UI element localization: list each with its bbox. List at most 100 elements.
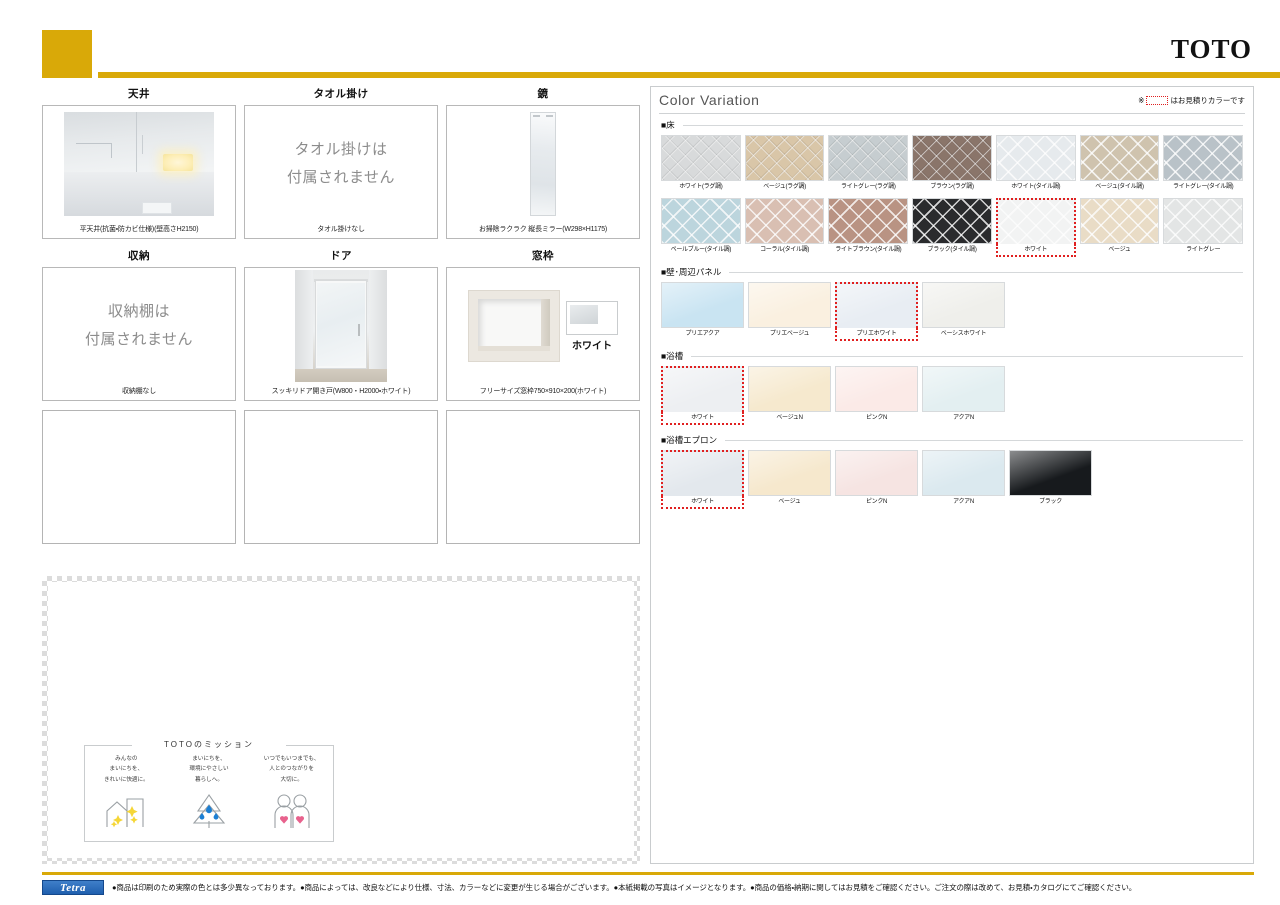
color-swatch[interactable]: コーラル(タイル調) [744,198,825,257]
swatch-row: ペールブルー(タイル調) コーラル(タイル調) ライトブラウン(タイル調) ブラック(… [661,198,1244,257]
color-swatch[interactable]: ライトグレー(ラグ調) [828,135,909,194]
swatch-row: ホワイト(ラグ調) ベージュ(ラグ調) ライトグレー(ラグ調) ブラウン(ラグ調) ホワ… [661,135,1244,194]
color-swatch-selected[interactable]: ホワイト [661,450,744,509]
swatch-texture-overlay [663,368,742,412]
section-rule [682,124,1243,126]
swatch-name: ピンクN [865,499,888,505]
card-door[interactable]: スッキリドア開き戸(W800・H2000・ホワイト) [244,267,438,401]
legend-prefix: ※ [1138,95,1145,105]
swatch-name: ベージュN [776,415,803,421]
color-swatch[interactable]: ライトグレー(タイル調) [1163,135,1244,194]
color-swatch[interactable]: ベージュ(ラグ調) [744,135,825,194]
catalog-page: TOTO 天井 平天井(抗菌・防カビ仕様)(壁高さH2150) タオル掛け タオ… [0,0,1280,905]
card-caption: 平天井(抗菌・防カビ仕様)(壁高さH2150) [79,226,199,233]
swatch-row: ホワイト ベージュ ピンクN アクアN ブラック [661,450,1243,509]
card-title: 窓枠 [532,250,554,262]
color-swatch[interactable]: ライトグレー [1163,198,1244,257]
swatch-texture-overlay [836,451,917,495]
swatch-color-box [922,282,1005,328]
color-swatch[interactable]: ペールブルー(タイル調) [661,198,741,257]
color-chip-swatch [566,300,618,335]
card-towel-rack[interactable]: タオル掛けは 付属されません タオル掛けなし [244,105,438,239]
color-swatch-selected[interactable]: プリエホワイト [835,282,918,341]
swatch-name: ブラック(タイル調) [927,247,977,253]
color-swatch[interactable]: ホワイト(ラグ調) [661,135,741,194]
spec-card-mirror: 鏡 お掃除ラクラク 縦長ミラー(W298×H1175) [446,86,640,239]
color-swatch[interactable]: プリエベージュ [748,282,831,341]
color-section-floor: ■床 ホワイト(ラグ調) ベージュ(ラグ調) ライトグレー(ラグ調) ブラウン(ラグ調… [651,114,1253,257]
color-swatch[interactable]: アクアN [922,366,1005,425]
spec-card-blank-3 [446,410,640,544]
footer-rule [42,872,1254,875]
spec-card-window-frame: 窓枠 ホワイト フリーサイズ窓枠750×910×200(ホワイト) [446,248,640,401]
swatch-texture-overlay [1010,451,1091,495]
color-swatch[interactable]: ベージュN [748,366,831,425]
swatch-texture-overlay [837,284,916,328]
card-image-area: タオル掛けは 付属されません [245,106,437,222]
mission-column-connection: いつでもいつまでも、 人とのつながりを 大切に。 [253,754,331,829]
swatch-texture-overlay [749,283,830,327]
brand-accent-square [42,30,92,78]
mission-text-line-3: 大切に。 [280,776,303,783]
color-swatch[interactable]: アクアN [922,450,1005,509]
card-window-frame[interactable]: ホワイト フリーサイズ窓枠750×910×200(ホワイト) [446,267,640,401]
swatch-name: ホワイト [995,244,1076,257]
mirror-photo [530,112,556,216]
color-swatch[interactable]: ブラウン(ラグ調) [912,135,992,194]
swatch-color-box [1079,198,1160,244]
card-blank[interactable] [42,410,236,544]
swatch-color-box [661,135,741,181]
color-swatch[interactable]: ピンクN [835,450,918,509]
swatch-name: ベージュ(ラグ調) [763,184,806,190]
swatch-texture-overlay [913,199,991,243]
color-variation-title: Color Variation [659,92,760,108]
color-swatch[interactable]: ベージュ [1079,198,1160,257]
swatch-name: プリエベージュ [769,331,810,337]
section-rule [691,355,1243,357]
spec-card-towel-rack: タオル掛け タオル掛けは 付属されません タオル掛けなし [244,86,438,239]
notice-line-1: 収納棚は [107,302,170,320]
color-swatch[interactable]: ライトブラウン(タイル調) [828,198,909,257]
mission-column-comfort: みんなの まいにちを、 きれいに快適に。 [87,754,165,829]
swatch-color-box [912,198,992,244]
color-swatch[interactable]: ブラック(タイル調) [912,198,992,257]
mission-text-line-2: 環境にやさしい [189,766,229,773]
window-color-chip: ホワイト [566,300,618,352]
card-title: 天井 [128,88,150,100]
card-blank[interactable] [446,410,640,544]
mission-text-line-1: まいにちを、 [192,756,226,762]
swatch-name: ホワイト(タイル調) [1011,184,1061,190]
color-swatch[interactable]: ホワイト(タイル調) [995,135,1076,194]
color-swatch[interactable]: ベージュ(タイル調) [1079,135,1160,194]
notice-line-2: 付属されません [84,331,194,348]
mission-text-line-2: 人とのつながりを [269,766,314,773]
notice-line-2: 付属されません [286,169,396,186]
card-blank[interactable] [244,410,438,544]
section-header: ■浴槽 [661,350,1243,362]
color-swatch[interactable]: ピンクN [835,366,918,425]
swatch-texture-overlay [745,136,824,180]
color-swatch-selected[interactable]: ホワイト [661,366,744,425]
card-ceiling[interactable]: 平天井(抗菌・防カビ仕様)(壁高さH2150) [42,105,236,239]
spec-row-3 [42,410,640,544]
swatch-name: ペールブルー(タイル調) [670,247,732,253]
swatch-texture-overlay [1164,199,1243,243]
swatch-texture-overlay [745,199,824,243]
swatch-row: ホワイト ベージュN ピンクN アクアN [661,366,1243,425]
swatch-texture-overlay [923,367,1004,411]
color-swatch[interactable]: ベージュ [748,450,831,509]
color-swatch[interactable]: ベーシスホワイト [922,282,1005,341]
section-header: ■浴槽エプロン [661,434,1243,446]
mission-text-line-3: きれいに快適に。 [103,776,149,783]
header-rule [98,72,1280,78]
swatch-color-box [661,282,744,328]
color-swatch[interactable]: ブラック [1009,450,1092,509]
color-swatch[interactable]: プリエアクア [661,282,744,341]
swatch-name: ベージュ [1108,247,1131,253]
card-caption: タオル掛けなし [317,226,365,233]
swatch-texture-overlay [829,199,908,243]
card-mirror[interactable]: お掃除ラクラク 縦長ミラー(W298×H1175) [446,105,640,239]
card-storage[interactable]: 収納棚は 付属されません 収納棚なし [42,267,236,401]
color-swatch-selected[interactable]: ホワイト [995,198,1076,257]
toto-logo: TOTO [1170,34,1252,64]
